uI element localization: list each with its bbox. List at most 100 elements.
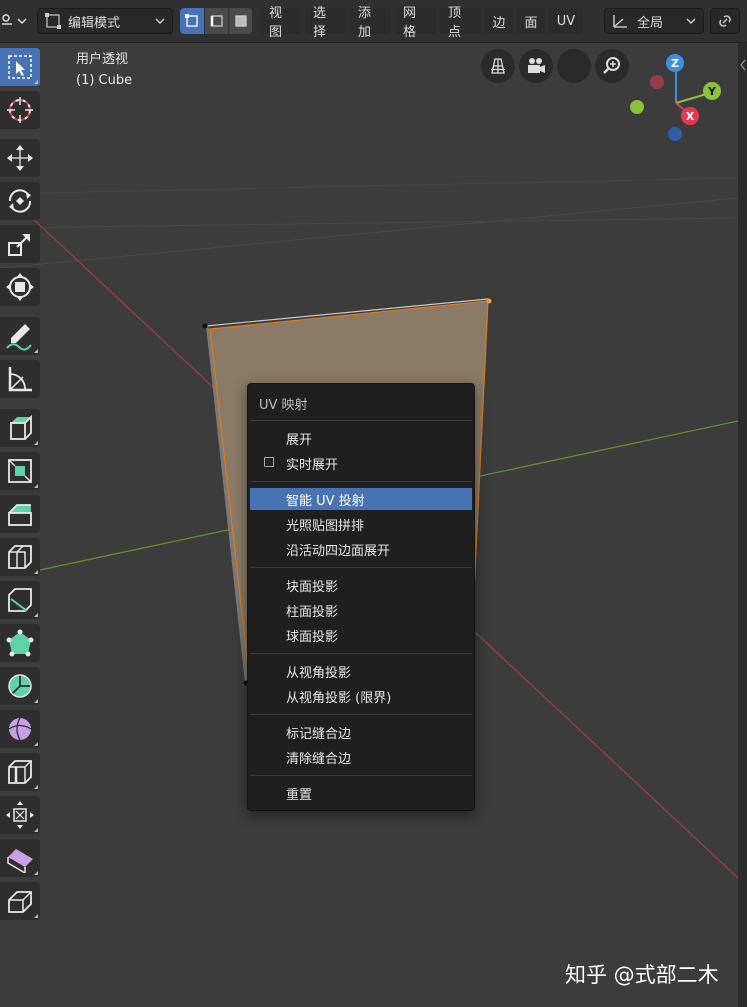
gizmo-neg-z[interactable] [668,127,682,141]
menu-view[interactable]: 视图 [261,6,301,40]
chevron-down-icon [155,18,165,25]
watermark: 知乎 @式部二木 [565,963,719,987]
menu-separator [250,567,472,568]
grid-line [0,197,738,269]
gizmo-neg-x[interactable] [650,75,664,89]
grid-line [39,177,738,194]
menu-add[interactable]: 添加 [350,6,391,40]
link-icon [719,15,731,27]
tool-scale[interactable] [0,225,40,263]
tool-extrude[interactable] [0,452,40,490]
transform-orientation-dropdown[interactable]: 全局 [604,8,704,34]
menu-separator [250,420,472,421]
tool-move[interactable] [0,139,40,177]
menu-item-lightmap-pack[interactable]: 光照贴图拼排 [250,513,472,535]
edge-slide-icon [8,760,32,784]
spin-icon [8,674,32,698]
tool-select-box[interactable] [0,48,40,86]
edge-select-button[interactable] [205,8,228,34]
measure-icon [8,367,32,392]
menu-separator [250,653,472,654]
gizmo-x-label: X [686,110,695,123]
rotate-icon [8,189,32,213]
editor-type-icon [2,14,27,25]
tool-shelf [0,43,42,1007]
cursor-icon [7,97,33,123]
menu-select[interactable]: 选择 [305,6,346,40]
editor-type-dropdown[interactable] [0,8,30,34]
move-icon [7,145,33,171]
object-name-label: (1) Cube [76,73,133,88]
transform-orientation-label: 全局 [637,15,664,31]
tool-smooth[interactable] [0,710,40,748]
grid-line [0,217,738,229]
chevron-left-icon [740,59,746,71]
chevron-down-icon [686,18,696,25]
navigation-gizmo[interactable]: Z Y X [626,53,726,153]
tool-cursor[interactable] [0,91,40,129]
scale-icon [8,234,30,256]
menu-separator [250,775,472,776]
sidebar-collapsed-edge[interactable] [738,43,747,1007]
menu-edge[interactable]: 边 [485,8,513,34]
menu-item-follow-active-quads[interactable]: 沿活动四边面展开 [250,538,472,560]
tool-spin[interactable] [0,667,40,705]
uv-mapping-menu: UV 映射 展开 实时展开 智能 UV 投射 光照贴图拼排 沿活动四边面展开 块… [247,383,475,811]
menu-item-clear-seam[interactable]: 清除缝合边 [250,746,472,768]
tool-shrink-fatten[interactable] [0,796,40,834]
tool-add-cube[interactable] [0,409,40,447]
smooth-vertices-icon [8,717,32,741]
toggle-perspective-button[interactable] [481,49,515,83]
annotate-pen-icon [6,324,32,351]
gizmo-z-label: Z [671,57,679,70]
tool-measure[interactable] [0,360,40,398]
tool-rip-region[interactable] [0,882,40,920]
tool-shear[interactable] [0,839,40,877]
tool-loop-cut[interactable] [0,538,40,576]
tool-edge-slide[interactable] [0,753,40,791]
menu-mesh[interactable]: 网格 [395,6,436,40]
snap-toggle-button[interactable] [710,8,740,34]
transform-axes-icon [613,15,627,28]
vertex-select-icon [185,14,198,27]
select-box-icon [8,55,32,79]
zoom-view-button[interactable] [595,49,629,83]
inset-faces-icon [8,504,32,526]
tool-poly-build[interactable] [0,624,40,662]
tool-rotate[interactable] [0,182,40,220]
menu-separator [250,481,472,482]
menu-vertex[interactable]: 顶点 [440,6,481,40]
menu-item-cylinder-projection[interactable]: 柱面投影 [250,599,472,621]
gizmo-neg-y[interactable] [630,100,644,114]
face-select-button[interactable] [229,8,252,34]
mesh-vertex[interactable] [486,298,492,304]
menu-item-smart-uv-project[interactable]: 智能 UV 投射 [250,488,472,510]
tool-knife[interactable] [0,581,40,619]
grid-icon [491,58,505,74]
menu-item-project-from-view[interactable]: 从视角投影 [250,660,472,682]
view-name-label: 用户透视 [76,52,129,67]
menu-item-unwrap[interactable]: 展开 [250,427,472,449]
vertex-select-button[interactable] [180,8,204,34]
menu-uv[interactable]: UV [549,8,583,34]
mode-dropdown[interactable]: 编辑模式 [37,8,173,34]
camera-view-button[interactable] [519,49,553,83]
menu-item-reset[interactable]: 重置 [250,782,472,804]
menu-face[interactable]: 面 [517,8,545,34]
tool-annotate[interactable] [0,317,40,355]
menu-item-sphere-projection[interactable]: 球面投影 [250,624,472,646]
shrink-fatten-icon [6,801,34,829]
pan-view-button[interactable] [557,49,591,83]
poly-build-icon [6,629,34,657]
menu-item-mark-seam[interactable]: 标记缝合边 [250,721,472,743]
menu-item-project-from-view-bounds[interactable]: 从视角投影 (限界) [250,685,472,707]
tool-inset[interactable] [0,495,40,533]
live-unwrap-checkbox[interactable] [264,457,274,467]
knife-cut-icon [8,588,32,612]
tool-transform[interactable] [0,268,40,306]
menu-item-live-unwrap[interactable]: 实时展开 [250,452,472,474]
mesh-vertex[interactable] [202,323,208,329]
menu-item-cube-projection[interactable]: 块面投影 [250,574,472,596]
edge-select-icon [210,15,223,27]
header-bar: 编辑模式 视图 选择 添加 网格 顶点 边 面 UV 全局 [0,0,747,43]
